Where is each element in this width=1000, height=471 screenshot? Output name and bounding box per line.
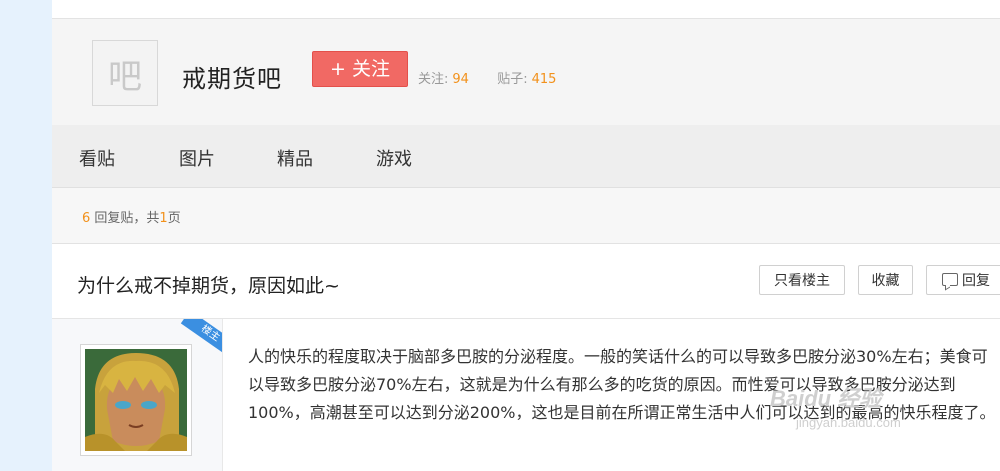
follow-count-label: 关注: bbox=[418, 72, 449, 87]
first-post: 楼主 人的快乐的程度取决于脑部多巴胺的分泌程度。一般的笑话什么的可以导致多巴胺分… bbox=[52, 319, 1000, 471]
reply-summary: 6 回复贴，共1页 bbox=[82, 207, 181, 226]
page-count[interactable]: 1 bbox=[159, 211, 167, 226]
tab-games[interactable]: 游戏 bbox=[376, 145, 412, 171]
author-panel: 楼主 bbox=[52, 319, 223, 471]
reply-summary-bar: 6 回复贴，共1页 bbox=[52, 188, 1000, 244]
reply-icon bbox=[942, 273, 958, 286]
follow-button[interactable]: + 关注 bbox=[312, 51, 408, 87]
forum-logo[interactable]: 吧 bbox=[92, 40, 158, 106]
forum-header: 吧 戒期货吧 + 关注 关注: 94 贴子: 415 bbox=[52, 18, 1000, 126]
anime-character-avatar-icon bbox=[85, 349, 187, 451]
forum-nav: 看贴 图片 精品 游戏 bbox=[52, 125, 1000, 188]
watermark-line1: Baidu 经验 bbox=[770, 386, 882, 411]
collect-button[interactable]: 收藏 bbox=[858, 265, 913, 295]
only-op-button[interactable]: 只看楼主 bbox=[759, 265, 845, 295]
tab-view-posts[interactable]: 看贴 bbox=[79, 145, 115, 171]
top-spacer bbox=[52, 0, 1000, 18]
page-background-strip bbox=[0, 0, 52, 471]
reply-button[interactable]: 回复 bbox=[926, 265, 1000, 295]
post-count: 415 bbox=[531, 72, 557, 87]
tab-featured[interactable]: 精品 bbox=[277, 145, 313, 171]
forum-logo-text: 吧 bbox=[108, 56, 142, 97]
reply-text: 回复贴，共 bbox=[90, 211, 160, 226]
tab-images[interactable]: 图片 bbox=[179, 145, 215, 171]
watermark-line2: jingyan.baidu.com bbox=[796, 415, 901, 430]
thread-page: 吧 戒期货吧 + 关注 关注: 94 贴子: 415 看贴 图片 精品 游戏 6 回… bbox=[52, 0, 1000, 471]
page-text: 页 bbox=[167, 211, 181, 226]
author-avatar[interactable] bbox=[80, 344, 192, 456]
forum-name[interactable]: 戒期货吧 bbox=[182, 59, 282, 94]
forum-stats: 关注: 94 贴子: 415 bbox=[418, 68, 556, 87]
thread-title: 为什么戒不掉期货，原因如此~ bbox=[77, 275, 340, 297]
baidu-watermark: Baidu 经验 jingyan.baidu.com bbox=[770, 381, 901, 430]
thread-title-bar: 为什么戒不掉期货，原因如此~ 只看楼主 收藏 回复 bbox=[52, 244, 1000, 319]
post-count-label: 贴子: bbox=[497, 72, 528, 87]
reply-button-label: 回复 bbox=[962, 273, 990, 289]
follow-count: 94 bbox=[452, 72, 469, 87]
